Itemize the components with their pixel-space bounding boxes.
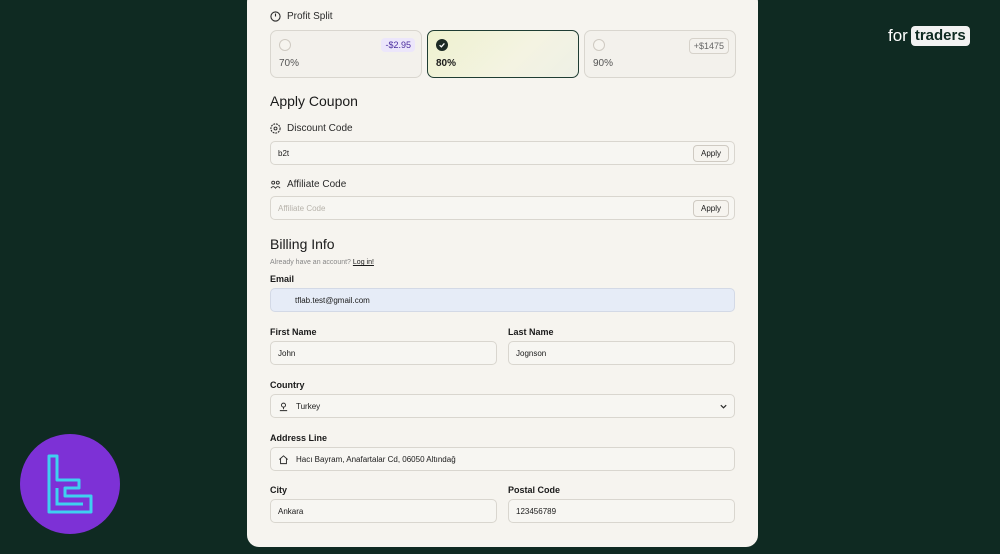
profit-split-label-row: Profit Split [270, 11, 333, 22]
account-prompt: Already have an account? Log in! [270, 259, 374, 266]
profit-split-label: Profit Split [287, 11, 333, 22]
split-price-badge: -$2.95 [381, 38, 415, 52]
last-name-label: Last Name [508, 327, 554, 337]
city-value: Ankara [278, 506, 304, 516]
radio-unchecked-icon[interactable] [279, 39, 291, 51]
postal-code-value: 123456789 [516, 506, 557, 516]
email-value: tflab.test@gmail.com [295, 295, 370, 305]
last-name-field[interactable]: Jognson [508, 341, 735, 365]
chevron-down-icon[interactable] [719, 402, 728, 411]
discount-code-input[interactable]: b2t Apply [270, 141, 735, 165]
apply-affiliate-button[interactable]: Apply [693, 200, 729, 217]
location-pin-icon [279, 402, 288, 411]
city-field[interactable]: Ankara [270, 499, 497, 523]
country-value: Turkey [296, 401, 321, 411]
split-option-70[interactable]: -$2.95 70% [270, 30, 422, 78]
split-price-badge: +$1475 [688, 38, 729, 54]
badge-percent-icon [270, 123, 281, 134]
brand-for-text: for [888, 26, 908, 45]
home-icon [279, 454, 288, 464]
country-label: Country [270, 380, 305, 390]
billing-heading: Billing Info [270, 236, 335, 252]
split-option-80[interactable]: 80% [427, 30, 579, 78]
affiliate-code-label: Affiliate Code [287, 179, 347, 190]
email-label: Email [270, 274, 295, 284]
affiliate-code-input[interactable]: Affiliate Code Apply [270, 196, 735, 220]
discount-code-value: b2t [278, 148, 290, 158]
postal-code-field[interactable]: 123456789 [508, 499, 735, 523]
login-link[interactable]: Log in! [353, 259, 374, 266]
brand-logo: for traders [888, 26, 970, 46]
apply-discount-button[interactable]: Apply [693, 145, 729, 162]
logo-mark-icon [47, 454, 93, 514]
affiliate-label-row: Affiliate Code [270, 179, 346, 190]
discount-label-row: Discount Code [270, 123, 353, 134]
first-name-field[interactable]: John [270, 341, 497, 365]
tradingfinder-logo [20, 434, 120, 534]
address-label: Address Line [270, 433, 328, 443]
first-name-label: First Name [270, 327, 317, 337]
coupon-heading: Apply Coupon [270, 93, 358, 109]
address-value: Hacı Bayram, Anafartalar Cd, 06050 Altın… [296, 454, 456, 464]
radio-checked-icon[interactable] [436, 39, 448, 51]
first-name-value: John [278, 348, 296, 358]
last-name-value: Jognson [516, 348, 547, 358]
split-percentage: 80% [436, 58, 457, 69]
users-icon [270, 180, 281, 189]
split-percentage: 70% [279, 58, 300, 69]
address-field[interactable]: Hacı Bayram, Anafartalar Cd, 06050 Altın… [270, 447, 735, 471]
radio-unchecked-icon[interactable] [593, 39, 605, 51]
brand-traders-text: traders [910, 26, 970, 46]
country-select[interactable]: Turkey [270, 394, 735, 418]
split-percentage: 90% [593, 58, 614, 69]
discount-code-label: Discount Code [287, 123, 353, 134]
postal-code-label: Postal Code [508, 485, 561, 495]
city-label: City [270, 485, 288, 495]
checkout-card: Profit Split -$2.95 70% 80% +$1475 90% A… [247, 0, 758, 547]
email-field[interactable]: tflab.test@gmail.com [270, 288, 735, 312]
gauge-icon [270, 11, 281, 22]
split-option-90[interactable]: +$1475 90% [584, 30, 736, 78]
account-prompt-text: Already have an account? [270, 259, 351, 266]
affiliate-code-placeholder: Affiliate Code [278, 203, 326, 213]
